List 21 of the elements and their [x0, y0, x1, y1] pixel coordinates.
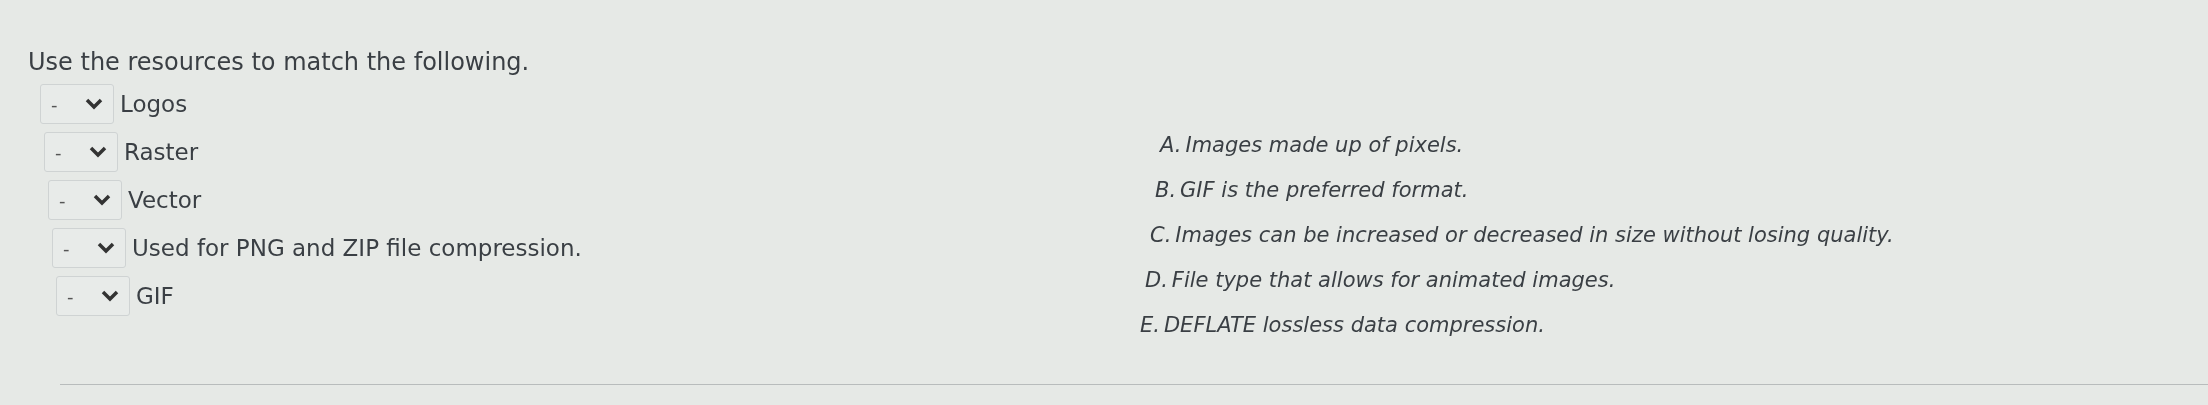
chevron-down-icon: [85, 98, 103, 110]
instruction-text: Use the resources to match the following.: [27, 47, 531, 78]
option-text: D. File type that allows for animated images.: [1145, 267, 1617, 293]
option-text: A. Images made up of pixels.: [1160, 132, 1465, 158]
chevron-down-icon: [93, 194, 111, 206]
item-label: Used for PNG and ZIP file compression.: [132, 233, 582, 263]
answer-dropdown[interactable]: -: [56, 276, 130, 316]
option-text: C. Images can be increased or decreased in size without losing quality.: [1150, 222, 1894, 248]
chevron-down-icon: [89, 146, 107, 158]
answer-dropdown[interactable]: -: [44, 132, 118, 172]
answer-dropdown[interactable]: -: [52, 228, 126, 268]
answer-dropdown[interactable]: -: [40, 84, 114, 124]
item-label: Logos: [120, 89, 188, 119]
item-label: Raster: [124, 137, 199, 167]
answer-dropdown[interactable]: -: [48, 180, 122, 220]
option-text: B. GIF is the preferred format.: [1155, 177, 1470, 203]
option-text: E. DEFLATE lossless data compression.: [1140, 312, 1546, 338]
chevron-down-icon: [97, 242, 115, 254]
chevron-down-icon: [101, 290, 119, 302]
item-label: GIF: [136, 281, 174, 311]
item-label: Vector: [128, 185, 202, 215]
